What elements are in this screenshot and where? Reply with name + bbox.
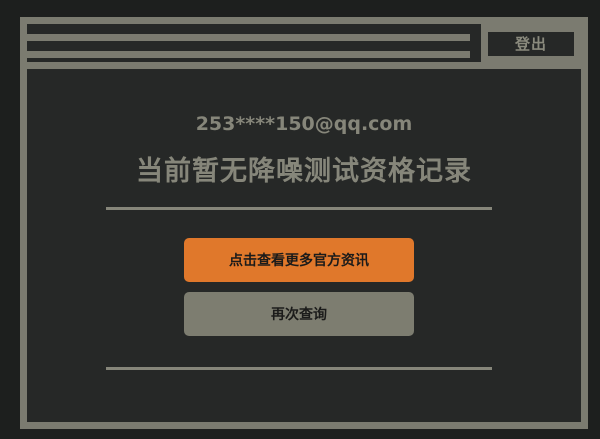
titlebar-stripe [27, 34, 470, 41]
content-divider-top [106, 207, 492, 210]
user-email: 253****150@qq.com [195, 113, 413, 135]
status-message: 当前暂无降噪测试资格记录 [136, 156, 472, 187]
header-divider [27, 62, 581, 69]
logout-button-label: 登出 [488, 31, 574, 56]
query-again-button[interactable]: 再次查询 [184, 292, 414, 336]
logout-button[interactable]: 登出 [481, 24, 581, 62]
window-frame: 登出 253****150@qq.com 当前暂无降噪测试资格记录 点击查看更多… [20, 17, 588, 429]
view-official-news-button[interactable]: 点击查看更多官方资讯 [184, 238, 414, 282]
content-divider-bottom [106, 367, 492, 370]
titlebar-stripe [27, 51, 470, 58]
